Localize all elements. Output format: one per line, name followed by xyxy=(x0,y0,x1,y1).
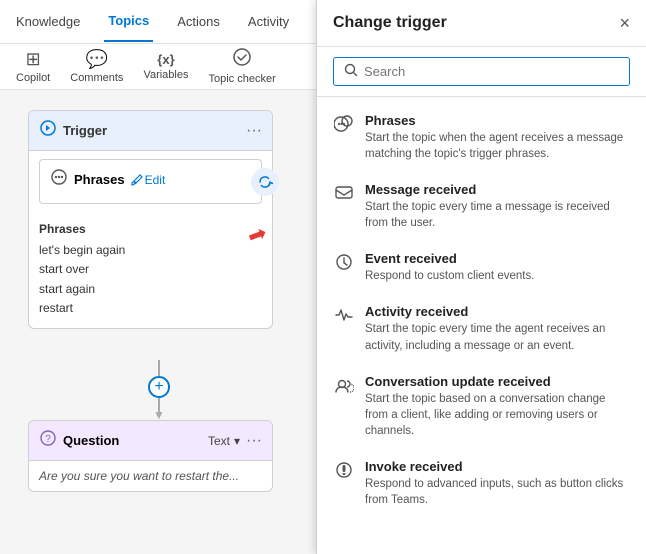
nav-topics[interactable]: Topics xyxy=(104,1,153,42)
question-header: ? Question Text ▾ ··· xyxy=(29,421,272,461)
trigger-opt-content-0: Phrases Start the topic when the agent r… xyxy=(365,113,630,162)
modal-title: Change trigger xyxy=(333,14,447,32)
trigger-option-1[interactable]: Message received Start the topic every t… xyxy=(317,172,646,241)
trigger-opt-content-3: Activity received Start the topic every … xyxy=(365,304,630,353)
chevron-down-icon: ▾ xyxy=(234,434,240,448)
trigger-option-3[interactable]: Activity received Start the topic every … xyxy=(317,294,646,363)
trigger-opt-desc-1: Start the topic every time a message is … xyxy=(365,199,630,231)
search-icon xyxy=(344,63,358,80)
trigger-opt-desc-3: Start the topic every time the agent rec… xyxy=(365,321,630,353)
question-type-badge[interactable]: Text ▾ xyxy=(208,434,240,448)
add-node-button[interactable]: + xyxy=(148,376,170,398)
trigger-node-title: Trigger xyxy=(63,123,107,138)
toolbar-variables-label: Variables xyxy=(143,69,188,81)
question-node: ? Question Text ▾ ··· Are you sure you w… xyxy=(28,420,273,492)
trigger-option-4[interactable]: Conversation update received Start the t… xyxy=(317,364,646,449)
toolbar-copilot[interactable]: ⊞ Copilot xyxy=(16,49,50,84)
trigger-opt-title-2: Event received xyxy=(365,251,534,266)
connector: + ▼ xyxy=(148,360,170,422)
toolbar-comments[interactable]: 💬 Comments xyxy=(70,49,123,84)
question-header-left: ? Question xyxy=(39,429,119,452)
trigger-opt-icon-3 xyxy=(333,305,355,331)
trigger-opt-content-1: Message received Start the topic every t… xyxy=(365,182,630,231)
phrases-section-label: Phrases xyxy=(39,220,262,239)
question-node-title: Question xyxy=(63,433,119,448)
phrases-card-header: Phrases Edit xyxy=(50,168,251,191)
svg-text:?: ? xyxy=(45,434,51,445)
trigger-opt-icon-5 xyxy=(333,460,355,486)
toolbar-variables[interactable]: {x} Variables xyxy=(143,52,188,81)
trigger-opt-content-5: Invoke received Respond to advanced inpu… xyxy=(365,459,630,508)
variables-icon: {x} xyxy=(157,52,174,67)
phrases-content: Phrases let's begin again start over sta… xyxy=(29,212,272,328)
copilot-icon: ⊞ xyxy=(26,49,41,70)
phrases-card-title: Phrases xyxy=(74,172,125,187)
modal-search-area xyxy=(317,47,646,97)
trigger-option-0[interactable]: Phrases Start the topic when the agent r… xyxy=(317,103,646,172)
trigger-header-left: Trigger xyxy=(39,119,107,142)
trigger-header: Trigger ··· xyxy=(29,111,272,151)
toolbar-topic-checker-label: Topic checker xyxy=(208,73,275,85)
refresh-trigger-button[interactable] xyxy=(251,168,279,196)
question-body: Are you sure you want to restart the... xyxy=(29,461,272,491)
modal-close-button[interactable]: × xyxy=(619,14,630,32)
nav-knowledge[interactable]: Knowledge xyxy=(12,2,84,41)
trigger-option-2[interactable]: Event received Respond to custom client … xyxy=(317,241,646,294)
trigger-options-list: Phrases Start the topic when the agent r… xyxy=(317,97,646,554)
trigger-opt-icon-0 xyxy=(333,114,355,140)
trigger-opt-title-5: Invoke received xyxy=(365,459,630,474)
search-input[interactable] xyxy=(364,64,619,79)
toolbar-comments-label: Comments xyxy=(70,72,123,84)
trigger-opt-title-4: Conversation update received xyxy=(365,374,630,389)
nav-actions[interactable]: Actions xyxy=(173,2,224,41)
trigger-opt-desc-4: Start the topic based on a conversation … xyxy=(365,391,630,439)
nav-activity[interactable]: Activity xyxy=(244,2,293,41)
phrases-card-icon xyxy=(50,168,68,191)
trigger-opt-content-4: Conversation update received Start the t… xyxy=(365,374,630,439)
phrases-card: Phrases Edit xyxy=(39,159,262,204)
connector-line-top xyxy=(158,360,160,376)
trigger-opt-content-2: Event received Respond to custom client … xyxy=(365,251,534,284)
topic-checker-icon xyxy=(233,48,251,71)
question-node-icon: ? xyxy=(39,429,57,452)
question-menu-button[interactable]: ··· xyxy=(246,432,262,450)
toolbar-topic-checker[interactable]: Topic checker xyxy=(208,48,275,85)
trigger-opt-icon-2 xyxy=(333,252,355,278)
phrases-edit-link[interactable]: Edit xyxy=(131,173,166,187)
trigger-opt-desc-0: Start the topic when the agent receives … xyxy=(365,130,630,162)
trigger-opt-title-1: Message received xyxy=(365,182,630,197)
trigger-node: Trigger ··· Phrases Edit xyxy=(28,110,273,329)
canvas: Trigger ··· Phrases Edit xyxy=(0,90,316,554)
trigger-menu-button[interactable]: ··· xyxy=(246,122,262,140)
trigger-opt-title-3: Activity received xyxy=(365,304,630,319)
trigger-option-5[interactable]: Invoke received Respond to advanced inpu… xyxy=(317,449,646,518)
change-trigger-modal: Change trigger × Phrases Start the topic… xyxy=(316,0,646,554)
trigger-opt-desc-5: Respond to advanced inputs, such as butt… xyxy=(365,476,630,508)
search-box xyxy=(333,57,630,86)
trigger-opt-icon-1 xyxy=(333,183,355,209)
trigger-node-icon xyxy=(39,119,57,142)
trigger-opt-desc-2: Respond to custom client events. xyxy=(365,268,534,284)
trigger-opt-icon-4 xyxy=(333,375,355,401)
modal-header: Change trigger × xyxy=(317,0,646,47)
toolbar-copilot-label: Copilot xyxy=(16,72,50,84)
trigger-opt-title-0: Phrases xyxy=(365,113,630,128)
phrases-text: let's begin again start over start again… xyxy=(39,241,262,318)
comments-icon: 💬 xyxy=(86,49,108,70)
